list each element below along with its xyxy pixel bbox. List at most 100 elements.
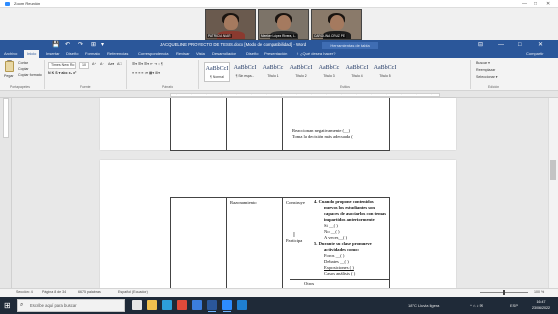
style-gallery-item[interactable]: AaBbCcI Título 4 — [344, 62, 370, 82]
alignment-buttons[interactable]: ≡ ≡ ≡ ≡ ↕▾ ▦▾ ⊞▾ — [132, 71, 160, 76]
table-tools-label: Herramientas de tabla — [322, 42, 378, 49]
windows-start-icon[interactable]: ⊞ — [4, 301, 11, 310]
find-button[interactable]: Buscar ▾ — [476, 61, 490, 66]
shrink-font-button[interactable]: A⁻ — [100, 62, 104, 67]
participant-video[interactable]: Meeker López Rivera, L. — [258, 9, 309, 40]
font-name-select[interactable]: Times New Ro — [48, 62, 76, 69]
page-indicator[interactable]: Página 8 de 34 — [42, 289, 66, 296]
participant-video[interactable]: CAROLINA CRUZ PE — [311, 9, 362, 40]
change-case-button[interactable]: Aa▾ — [108, 62, 114, 67]
zoom-taskbar-icon[interactable] — [222, 300, 232, 312]
tab-diseno[interactable]: Diseño — [66, 50, 78, 58]
quick-table-icon[interactable]: ⊞ — [91, 41, 96, 49]
table-border — [389, 98, 390, 150]
style-gallery-item[interactable]: AaBbCcI ¶ Sin espa... — [232, 62, 258, 82]
style-name: Título 4 — [351, 74, 363, 78]
taskbar-search-placeholder[interactable]: Escribe aquí para buscar — [30, 299, 77, 312]
edge-taskbar-icon[interactable] — [162, 300, 172, 310]
font-size-select[interactable]: 10 — [79, 62, 89, 69]
word-taskbar-icon[interactable] — [207, 300, 217, 312]
weather-widget[interactable]: 18°C Lluvia ligera — [408, 299, 439, 312]
tab-vista[interactable]: Vista — [196, 50, 205, 58]
table-border — [389, 197, 390, 288]
table-border — [282, 98, 283, 150]
tab-referencias[interactable]: Referencias — [107, 50, 128, 58]
ruler-tick: · — [371, 92, 372, 96]
minimize-button[interactable]: — — [498, 40, 504, 50]
chrome-taskbar-icon[interactable] — [177, 300, 187, 310]
ruler-tick: · — [311, 92, 312, 96]
undo-icon[interactable]: ↶ — [65, 41, 70, 49]
list-buttons[interactable]: ☰▾ ☰▾ ☰▾ ⇤ ⇥ ↕ ¶ — [132, 62, 163, 67]
item-5-title: actividades como: — [324, 247, 360, 252]
store-taskbar-icon[interactable] — [192, 300, 202, 310]
ruler-track[interactable] — [170, 93, 440, 97]
style-gallery-item[interactable]: AaBbCcI Título 5 — [372, 62, 398, 82]
ribbon-separator — [198, 60, 199, 89]
table-border — [290, 279, 389, 280]
replace-button[interactable]: Reemplazar — [476, 68, 495, 73]
save-icon[interactable]: 💾 — [52, 41, 59, 49]
style-sample: AaBbCc — [262, 65, 284, 71]
redo-icon[interactable]: ↷ — [78, 41, 83, 49]
task-view-taskbar-icon[interactable] — [132, 300, 142, 310]
zoom-minimize-button[interactable]: — — [522, 0, 527, 8]
style-gallery-item[interactable]: AaBbCcI Título 2 — [288, 62, 314, 82]
close-button[interactable]: ✕ — [538, 40, 543, 50]
page-top[interactable] — [100, 98, 456, 150]
tab-table-design[interactable]: Diseño — [246, 50, 258, 58]
tab-archivo[interactable]: Archivo — [4, 50, 17, 58]
style-gallery-item[interactable]: AaBbCc Título 3 — [316, 62, 342, 82]
tab-correspondencia[interactable]: Correspondencia — [138, 50, 168, 58]
ribbon-display-options-button[interactable]: ⊟ — [478, 40, 483, 50]
system-tray-icons[interactable]: ^ ⌂ ♪ ✉ — [470, 299, 483, 312]
text-cursor-icon: I — [293, 232, 295, 239]
word-count[interactable]: 6675 palabras — [78, 289, 101, 296]
ruler-tick: · — [296, 92, 297, 96]
paste-button[interactable]: Pegar — [4, 74, 14, 79]
zoom-close-button[interactable]: ✕ — [546, 0, 550, 8]
vertical-scrollbar[interactable] — [548, 98, 558, 288]
style-sample: AaBbCcI — [373, 65, 397, 71]
share-button[interactable]: Compartir — [526, 50, 544, 58]
item-4-title: nuevos los estudiantes son — [324, 205, 375, 210]
section-indicator[interactable]: Sección: 4 — [16, 289, 33, 296]
input-language[interactable]: ESP — [510, 299, 518, 312]
style-name: Título 3 — [323, 74, 335, 78]
style-name: Título 2 — [295, 74, 307, 78]
taskbar-clock[interactable]: 16:47 23/06/2022 — [528, 299, 554, 311]
ruler-tick: · — [251, 92, 252, 96]
participant-name: CAROLINA CRUZ PE — [313, 34, 346, 38]
participant-video[interactable]: PATRICIA NIAR — [205, 9, 256, 40]
select-button[interactable]: Seleccionar ▾ — [476, 75, 498, 80]
style-gallery-item[interactable]: AaBbCcI ¶ Normal — [204, 62, 230, 82]
item-4-title: 4. Cuando propone contenidos — [314, 199, 374, 204]
ruler-tick: · — [206, 92, 207, 96]
mail-taskbar-icon[interactable] — [237, 300, 247, 310]
style-gallery-item[interactable]: AaBbCc Título 1 — [260, 62, 286, 82]
paste-icon[interactable] — [5, 61, 14, 72]
customize-quick-access-icon[interactable]: ▾ — [101, 41, 104, 49]
cut-button[interactable]: Cortar — [18, 61, 28, 66]
format-painter-button[interactable]: Copiar formato — [18, 73, 42, 78]
tab-presentacion[interactable]: Presentación — [264, 50, 287, 58]
search-icon: ⌕ — [20, 302, 24, 308]
zoom-maximize-button[interactable]: □ — [534, 0, 537, 8]
page-bottom[interactable] — [100, 160, 456, 288]
font-style-buttons[interactable]: N K S ▾ abc x₂ x² — [48, 71, 76, 76]
file-explorer-taskbar-icon[interactable] — [147, 300, 157, 310]
scrollbar-thumb[interactable] — [550, 160, 556, 180]
tell-me-search[interactable]: ♀ ¿Qué desea hacer? — [296, 50, 335, 58]
grow-font-button[interactable]: A⁺ — [92, 62, 96, 67]
zoom-level[interactable]: 100 % — [534, 289, 544, 296]
maximize-button[interactable]: □ — [518, 40, 522, 50]
clear-format-button[interactable]: A⃠ — [117, 62, 122, 67]
language-indicator[interactable]: Español (Ecuador) — [118, 289, 148, 296]
tab-formato[interactable]: Formato — [85, 50, 100, 58]
copy-button[interactable]: Copiar — [18, 67, 29, 72]
tab-insertar[interactable]: Insertar — [46, 50, 60, 58]
tab-revisar[interactable]: Revisar — [176, 50, 190, 58]
tab-inicio[interactable]: Inicio — [24, 50, 40, 58]
tab-desarrollador[interactable]: Desarrollador — [212, 50, 236, 58]
zoom-slider-knob[interactable] — [503, 290, 505, 295]
